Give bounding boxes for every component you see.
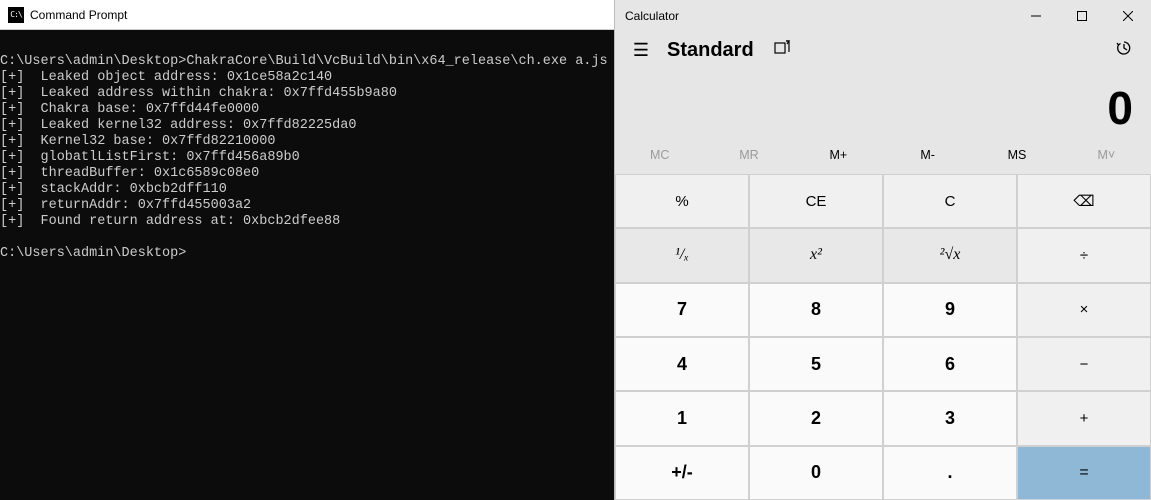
keep-on-top-icon[interactable]	[774, 40, 790, 61]
multiply-button[interactable]: ×	[1018, 284, 1150, 336]
backspace-button[interactable]: ⌫	[1018, 175, 1150, 227]
cmd-line: [+] globatlListFirst: 0x7ffd456a89b0	[0, 150, 300, 165]
memory-list-button[interactable]: M˅	[1062, 148, 1151, 174]
digit-4-button[interactable]: 4	[616, 338, 748, 390]
digit-6-button[interactable]: 6	[884, 338, 1016, 390]
digit-5-button[interactable]: 5	[750, 338, 882, 390]
reciprocal-button[interactable]: ¹/ₓ	[616, 229, 748, 281]
sqrt-button[interactable]: ²√x	[884, 229, 1016, 281]
digit-1-button[interactable]: 1	[616, 392, 748, 444]
calc-title: Calculator	[625, 9, 1013, 23]
minimize-button[interactable]	[1013, 0, 1059, 32]
cmd-line: [+] Chakra base: 0x7ffd44fe0000	[0, 102, 259, 117]
divide-button[interactable]: ÷	[1018, 229, 1150, 281]
calc-mode-label: Standard	[667, 39, 754, 62]
calc-titlebar[interactable]: Calculator	[615, 0, 1151, 32]
close-button[interactable]	[1105, 0, 1151, 32]
cmd-line: [+] Found return address at: 0xbcb2dfee8…	[0, 214, 340, 229]
minimize-icon	[1031, 11, 1041, 21]
decimal-button[interactable]: .	[884, 447, 1016, 499]
clear-entry-button[interactable]: CE	[750, 175, 882, 227]
cmd-line: [+] Leaked object address: 0x1ce58a2c140	[0, 70, 332, 85]
digit-8-button[interactable]: 8	[750, 284, 882, 336]
history-icon[interactable]	[1115, 39, 1133, 62]
cmd-line: [+] Leaked address within chakra: 0x7ffd…	[0, 86, 397, 101]
digit-3-button[interactable]: 3	[884, 392, 1016, 444]
equals-button[interactable]: =	[1018, 447, 1150, 499]
maximize-button[interactable]	[1059, 0, 1105, 32]
memory-store-button[interactable]: MS	[972, 148, 1061, 174]
subtract-button[interactable]: −	[1018, 338, 1150, 390]
cmd-line: C:\Users\admin\Desktop>	[0, 246, 186, 261]
digit-2-button[interactable]: 2	[750, 392, 882, 444]
close-icon	[1123, 11, 1133, 21]
cmd-line: [+] stackAddr: 0xbcb2dff110	[0, 182, 227, 197]
command-prompt-window: C:\ Command Prompt C:\Users\admin\Deskto…	[0, 0, 614, 500]
digit-7-button[interactable]: 7	[616, 284, 748, 336]
digit-9-button[interactable]: 9	[884, 284, 1016, 336]
negate-button[interactable]: +/-	[616, 447, 748, 499]
calculator-window: Calculator ☰ Standard 0 MC MR M+ M- MS M…	[614, 0, 1151, 500]
keep-on-top-svg	[774, 40, 790, 56]
cmd-line: [+] Kernel32 base: 0x7ffd82210000	[0, 134, 275, 149]
cmd-line: [+] Leaked kernel32 address: 0x7ffd82225…	[0, 118, 356, 133]
calc-header: ☰ Standard	[615, 32, 1151, 68]
digit-0-button[interactable]: 0	[750, 447, 882, 499]
calc-keypad: % CE C ⌫ ¹/ₓ x² ²√x ÷ 7 8 9 × 4 5 6 − 1 …	[615, 174, 1151, 500]
add-button[interactable]: +	[1018, 392, 1150, 444]
cmd-line: [+] threadBuffer: 0x1c6589c08e0	[0, 166, 259, 181]
percent-button[interactable]: %	[616, 175, 748, 227]
cmd-body[interactable]: C:\Users\admin\Desktop>ChakraCore\Build\…	[0, 30, 614, 500]
cmd-line: C:\Users\admin\Desktop>ChakraCore\Build\…	[0, 54, 608, 69]
calc-display: 0	[615, 68, 1151, 148]
clear-button[interactable]: C	[884, 175, 1016, 227]
cmd-line: [+] returnAddr: 0x7ffd455003a2	[0, 198, 251, 213]
memory-recall-button[interactable]: MR	[704, 148, 793, 174]
square-button[interactable]: x²	[750, 229, 882, 281]
history-svg	[1115, 39, 1133, 57]
maximize-icon	[1077, 11, 1087, 21]
cmd-title: Command Prompt	[30, 8, 127, 22]
hamburger-icon[interactable]: ☰	[621, 40, 661, 61]
calc-memory-row: MC MR M+ M- MS M˅	[615, 148, 1151, 174]
cmd-titlebar[interactable]: C:\ Command Prompt	[0, 0, 614, 30]
memory-subtract-button[interactable]: M-	[883, 148, 972, 174]
memory-add-button[interactable]: M+	[794, 148, 883, 174]
cmd-icon: C:\	[8, 7, 24, 23]
memory-clear-button[interactable]: MC	[615, 148, 704, 174]
